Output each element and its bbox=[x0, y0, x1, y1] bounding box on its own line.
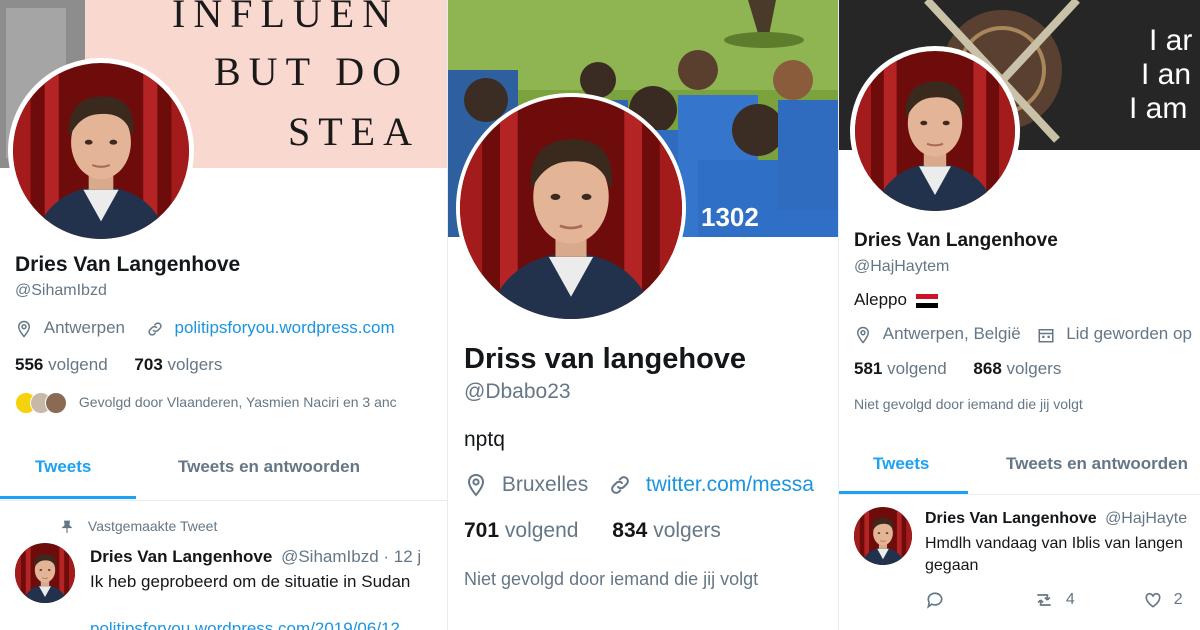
profile-meta-row: Antwerpen, België Lid geworden op bbox=[854, 324, 1192, 344]
link-icon bbox=[611, 476, 629, 495]
banner-text-line-3: I am bbox=[1129, 92, 1188, 125]
profile-display-name: Dries Van Langenhove bbox=[15, 253, 241, 276]
followed-by-text: Gevolgd door Vlaanderen, Yasmien Naciri … bbox=[78, 393, 397, 410]
followers-count: 868 bbox=[973, 359, 1002, 378]
tweet-header: Dries Van Langenhove @HajHayte bbox=[925, 510, 1187, 528]
profile-joined: Lid geworden op bbox=[1066, 324, 1192, 343]
profile-handle: @SihamIbzd bbox=[15, 282, 107, 299]
tweet-text-line-1: Hmdlh vandaag van Iblis van langen bbox=[925, 535, 1183, 552]
tweet-link[interactable]: politipsforyou.wordpress.com/2019/06/12 bbox=[90, 619, 400, 630]
retweet-count: 4 bbox=[1065, 591, 1075, 609]
followed-by-text: Niet gevolgd door iemand die jij volgt bbox=[854, 396, 1083, 412]
tab-tweets[interactable]: Tweets bbox=[35, 457, 91, 477]
followers-count: 834 bbox=[612, 519, 648, 542]
tweet-actions: 4 2 bbox=[925, 590, 1183, 610]
profile-website-link[interactable]: politipsforyou.wordpress.com bbox=[174, 318, 394, 337]
link-icon bbox=[148, 321, 162, 336]
following-count: 701 bbox=[464, 519, 500, 542]
tweet-author-name[interactable]: Dries Van Langenhove bbox=[90, 547, 272, 566]
followed-by-row[interactable]: Gevolgd door Vlaanderen, Yasmien Naciri … bbox=[15, 392, 397, 414]
tab-tweets[interactable]: Tweets bbox=[873, 454, 929, 474]
followers-count: 703 bbox=[134, 355, 163, 374]
location-pin-icon bbox=[467, 474, 485, 497]
pinned-tweet-label: Vastgemaakte Tweet bbox=[60, 518, 217, 534]
following-stat[interactable]: 701 volgend bbox=[464, 519, 584, 542]
banner-text-line-1: INFLUEN bbox=[172, 0, 400, 36]
profile-stats: 556 volgend 703 volgers bbox=[15, 355, 222, 375]
profile-location: Bruxelles bbox=[501, 473, 589, 496]
banner-text-line-1: I ar bbox=[1149, 24, 1193, 57]
mutual-follower-avatars bbox=[15, 392, 67, 414]
banner-text-line-2: I an bbox=[1141, 58, 1192, 91]
profile-meta-row: Bruxelles twitter.com/messa bbox=[464, 473, 814, 497]
profile-location: Antwerpen bbox=[43, 318, 126, 337]
following-stat[interactable]: 581 volgend bbox=[854, 359, 951, 378]
reply-icon[interactable] bbox=[925, 590, 945, 610]
pin-icon bbox=[61, 520, 73, 534]
like-count: 2 bbox=[1173, 591, 1183, 609]
banner-jersey-number: 1302 bbox=[701, 202, 759, 232]
profile-meta-row: Antwerpen politipsforyou.wordpress.com bbox=[15, 318, 395, 338]
profile-display-name: Driss van langehove bbox=[464, 343, 747, 375]
profile-panel-right: I ar I an I am Dries Van Langenhove @Haj… bbox=[837, 0, 1200, 630]
pinned-label-text: Vastgemaakte Tweet bbox=[87, 518, 218, 534]
tab-tweets-and-replies[interactable]: Tweets en antwoorden bbox=[178, 457, 360, 477]
tweet-author-avatar[interactable] bbox=[15, 543, 75, 603]
profile-location: Antwerpen, België bbox=[882, 324, 1021, 343]
retweet-icon[interactable] bbox=[1033, 590, 1055, 610]
tweet-author-avatar[interactable] bbox=[854, 507, 912, 565]
followers-label: volgers bbox=[653, 519, 721, 542]
tweet-date[interactable]: 12 j bbox=[394, 547, 421, 566]
profile-handle: @HajHaytem bbox=[854, 258, 950, 275]
followers-label: volgers bbox=[167, 355, 223, 374]
following-label: volgend bbox=[48, 355, 108, 374]
tab-active-underline bbox=[837, 491, 968, 494]
following-count: 581 bbox=[854, 359, 883, 378]
profile-stats: 701 volgend 834 volgers bbox=[464, 519, 721, 543]
followers-label: volgers bbox=[1006, 359, 1062, 378]
profile-bio-text: Aleppo bbox=[854, 290, 907, 309]
profile-avatar[interactable] bbox=[8, 58, 194, 244]
profile-display-name: Dries Van Langenhove bbox=[854, 230, 1058, 251]
location-pin-icon bbox=[17, 320, 31, 338]
following-stat[interactable]: 556 volgend bbox=[15, 355, 112, 374]
tweet-text: Ik heb geprobeerd om de situatie in Suda… bbox=[90, 572, 411, 591]
following-label: volgend bbox=[504, 519, 579, 542]
banner-text-line-2: BUT DO bbox=[214, 49, 410, 94]
following-label: volgend bbox=[887, 359, 947, 378]
profile-website-link[interactable]: twitter.com/messa bbox=[646, 473, 814, 496]
profile-avatar[interactable] bbox=[850, 46, 1020, 216]
profile-avatar[interactable] bbox=[456, 93, 686, 323]
profile-panel-left: INFLUEN BUT DO STEA Dries Van Langenhove… bbox=[0, 0, 447, 630]
like-heart-icon[interactable] bbox=[1143, 590, 1163, 610]
tab-tweets-and-replies[interactable]: Tweets en antwoorden bbox=[1006, 454, 1188, 474]
profile-bio: nptq bbox=[464, 428, 505, 451]
profile-tabs: Tweets Tweets en antwoorden bbox=[0, 438, 447, 501]
profile-panel-middle: 1302 Driss van langehove @Dbabo23 nptq B… bbox=[447, 0, 839, 630]
tweet-author-handle[interactable]: @SihamIbzd bbox=[281, 547, 379, 566]
tweet-text-line-2: gegaan bbox=[925, 557, 979, 574]
profile-tabs: Tweets Tweets en antwoorden bbox=[837, 434, 1200, 495]
tab-active-underline bbox=[0, 496, 136, 499]
followers-stat[interactable]: 834 volgers bbox=[612, 519, 721, 542]
tweet-separator: · bbox=[383, 547, 390, 566]
syria-flag-icon bbox=[915, 293, 938, 308]
followed-by-text: Niet gevolgd door iemand die jij volgt bbox=[464, 569, 759, 589]
profile-stats: 581 volgend 868 volgers bbox=[854, 359, 1061, 379]
profile-bio: Aleppo bbox=[854, 290, 938, 310]
banner-text-line-3: STEA bbox=[288, 109, 420, 154]
following-count: 556 bbox=[15, 355, 44, 374]
tweet-author-name[interactable]: Dries Van Langenhove bbox=[925, 510, 1097, 527]
tweet-author-handle[interactable]: @HajHayte bbox=[1105, 510, 1187, 527]
tweet-header: Dries Van Langenhove @SihamIbzd · 12 j bbox=[90, 547, 421, 567]
location-pin-icon bbox=[856, 326, 870, 344]
followers-stat[interactable]: 868 volgers bbox=[973, 359, 1061, 378]
profile-handle: @Dbabo23 bbox=[464, 380, 571, 403]
followers-stat[interactable]: 703 volgers bbox=[134, 355, 222, 374]
calendar-icon bbox=[1038, 328, 1054, 343]
